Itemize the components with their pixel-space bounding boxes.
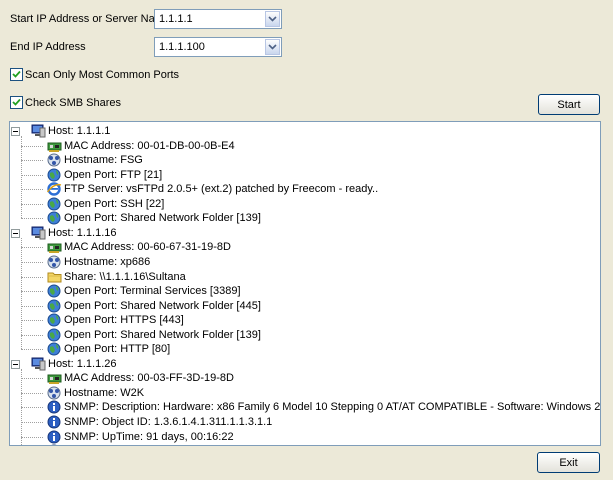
tree-item-label: SNMP: Description: Hardware: x86 Family …	[64, 401, 601, 414]
tree-item-label: Hostname: FSG	[64, 154, 143, 167]
globe-port-icon	[47, 284, 62, 298]
globe-port-icon	[47, 168, 62, 182]
tree-connector	[21, 305, 43, 307]
computer-icon	[31, 357, 46, 371]
tree-item-label: MAC Address: 00-03-FF-3D-19-8D	[64, 372, 234, 385]
tree-connector	[21, 136, 22, 219]
chevron-down-icon	[268, 16, 277, 22]
tree-connector	[21, 189, 43, 191]
computer-icon	[31, 226, 46, 240]
tree-connector	[21, 145, 43, 147]
globe-port-icon	[47, 197, 62, 211]
results-tree[interactable]: Host: 1.1.1.1 MAC Address: 00-01-DB-00-0B…	[9, 121, 601, 446]
start-ip-label: Start IP Address or Server Name	[10, 13, 170, 25]
end-ip-value: 1.1.1.100	[159, 41, 205, 53]
tree-item-label: SNMP: Object ID: 1.3.6.1.4.1.311.1.1.3.1…	[64, 416, 273, 428]
common-ports-checkbox[interactable]	[10, 68, 23, 81]
start-button[interactable]: Start	[538, 94, 600, 115]
tree-connector	[21, 291, 43, 293]
tree-connector	[21, 407, 43, 409]
collapse-toggle[interactable]	[11, 127, 20, 136]
tree-connector	[21, 392, 43, 394]
tree-connector	[21, 203, 43, 205]
tree-item-label: Open Port: HTTPS [443]	[64, 314, 184, 327]
tree-connector	[21, 368, 22, 445]
network-card-icon	[47, 240, 62, 254]
globe-port-icon	[47, 299, 62, 313]
network-card-icon	[47, 371, 62, 385]
start-ip-combo[interactable]: 1.1.1.1	[154, 9, 282, 29]
hostname-icon	[47, 153, 62, 167]
tree-connector	[21, 422, 43, 423]
tree-item-label: Hostname: W2K	[64, 386, 145, 399]
tree-connector	[21, 237, 22, 350]
tree-connector	[21, 247, 43, 249]
tree-item-label: SNMP: Name: W2K	[64, 444, 161, 445]
end-ip-label: End IP Address	[10, 41, 86, 53]
host-label: Host: 1.1.1.26	[48, 357, 117, 370]
tree-connector	[21, 276, 43, 278]
tree-connector	[21, 334, 43, 336]
tree-connector	[21, 436, 43, 438]
tree-connector	[21, 160, 43, 162]
globe-port-icon	[47, 328, 62, 342]
host-label: Host: 1.1.1.1	[48, 125, 111, 137]
tree-connector	[21, 174, 43, 176]
tree-connector	[21, 378, 43, 380]
tree-item-label: Hostname: xp686	[64, 255, 151, 268]
ie-icon	[46, 182, 62, 196]
end-ip-combo[interactable]: 1.1.1.100	[154, 37, 282, 57]
tree-connector	[21, 320, 43, 322]
end-ip-dropdown-button[interactable]	[265, 39, 280, 55]
globe-port-icon	[47, 342, 62, 356]
folder-icon	[47, 270, 62, 284]
smb-shares-checkbox[interactable]	[10, 96, 23, 109]
info-icon	[47, 400, 62, 414]
info-icon	[47, 430, 62, 444]
tree-item-label: Open Port: Terminal Services [3389]	[64, 285, 241, 298]
info-icon	[47, 415, 62, 429]
tree-item-label: Open Port: FTP [21]	[64, 168, 163, 181]
smb-shares-label: Check SMB Shares	[25, 97, 121, 109]
info-icon	[47, 444, 62, 445]
collapse-toggle[interactable]	[11, 228, 20, 238]
globe-port-icon	[47, 211, 62, 225]
start-ip-value: 1.1.1.1	[159, 13, 193, 25]
globe-port-icon	[47, 313, 62, 327]
start-ip-dropdown-button[interactable]	[265, 11, 280, 27]
computer-icon	[31, 124, 46, 138]
tree-connector	[21, 218, 43, 220]
hostname-icon	[47, 255, 62, 269]
checkmark-icon	[12, 98, 21, 106]
tree-item-label: Open Port: HTTP [80]	[64, 343, 171, 356]
checkmark-icon	[12, 70, 21, 78]
tree-item-label: Open Port: Shared Network Folder [139]	[64, 328, 261, 341]
tree-item-label: MAC Address: 00-01-DB-00-0B-E4	[64, 139, 235, 152]
tree-item-label: Open Port: Shared Network Folder [445]	[64, 299, 261, 312]
tree-item-label: SNMP: UpTime: 91 days, 00:16:22	[64, 430, 234, 443]
tree-item-label: Share: \\1.1.1.16\Sultana	[64, 270, 186, 283]
hostname-icon	[47, 386, 62, 400]
collapse-toggle[interactable]	[11, 359, 20, 369]
chevron-down-icon	[268, 44, 277, 50]
tree-connector	[21, 261, 43, 263]
exit-button[interactable]: Exit	[537, 452, 600, 473]
tree-item-label: Open Port: Shared Network Folder [139]	[64, 212, 261, 225]
network-card-icon	[47, 139, 62, 153]
tree-connector	[21, 349, 43, 351]
tree-item-label: Open Port: SSH [22]	[64, 197, 165, 210]
tree-item-label: FTP Server: vsFTPd 2.0.5+ (ext.2) patche…	[64, 183, 379, 196]
host-label: Host: 1.1.1.16	[48, 226, 117, 239]
tree-item-label: MAC Address: 00-60-67-31-19-8D	[64, 241, 231, 254]
common-ports-label: Scan Only Most Common Ports	[25, 69, 180, 81]
